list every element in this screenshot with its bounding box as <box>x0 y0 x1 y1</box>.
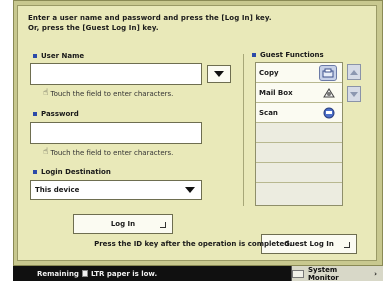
guest-functions-title: Guest Functions <box>260 51 324 59</box>
login-destination-label-row: Login Destination <box>33 168 111 176</box>
password-hint-text: Touch the field to enter characters. <box>50 148 174 157</box>
chevron-down-icon <box>214 71 224 77</box>
scan-icon <box>321 106 337 120</box>
guest-function-label: Mail Box <box>259 88 293 97</box>
guest-function-scan[interactable]: Scan <box>256 103 342 123</box>
guest-functions-title-row: Guest Functions <box>252 51 324 59</box>
footer-message: Press the ID key after the operation is … <box>94 240 292 248</box>
column-divider <box>243 54 244 206</box>
guest-function-mail-box[interactable]: Mail Box <box>256 83 342 103</box>
instruction-line-2: Or, press the [Guest Log In] key. <box>28 24 159 32</box>
instructions: Enter a user name and password and press… <box>28 13 272 33</box>
guest-function-empty-row <box>256 163 342 183</box>
user-name-label-row: User Name <box>33 52 84 60</box>
scroll-up-button[interactable] <box>347 64 361 80</box>
arrow-down-icon <box>350 91 358 97</box>
paper-icon <box>81 270 88 277</box>
instruction-line-1: Enter a user name and password and press… <box>28 14 272 22</box>
monitor-icon <box>292 269 304 278</box>
login-destination-select[interactable]: This device <box>30 180 202 200</box>
status-bar: Remaining LTR paper is low. System Monit… <box>13 265 383 282</box>
login-destination-label: Login Destination <box>41 168 111 176</box>
user-name-field[interactable] <box>30 63 202 85</box>
password-label-row: Password <box>33 110 79 118</box>
user-name-label: User Name <box>41 52 85 60</box>
guest-function-copy[interactable]: Copy <box>256 63 342 83</box>
password-label: Password <box>41 110 79 118</box>
system-monitor-label: System Monitor <box>307 265 339 282</box>
password-hint: ☝ Touch the field to enter characters. <box>43 148 173 157</box>
chevron-right-icon: › <box>374 269 377 278</box>
copy-icon <box>319 64 337 81</box>
login-destination-value: This device <box>35 186 80 194</box>
bullet-icon <box>33 54 37 58</box>
status-message: Remaining LTR paper is low. <box>37 270 157 278</box>
user-name-hint-text: Touch the field to enter characters. <box>50 89 174 98</box>
status-message-prefix: Remaining <box>37 269 79 278</box>
touch-hand-icon: ☝ <box>43 147 49 157</box>
chevron-down-icon <box>185 187 195 193</box>
guest-function-empty-row <box>256 143 342 163</box>
guest-function-empty-row <box>256 183 342 203</box>
bullet-icon <box>252 53 256 57</box>
bullet-icon <box>33 112 37 116</box>
guest-functions-list: Copy Mail Box Scan <box>255 62 343 206</box>
password-field[interactable] <box>30 122 202 144</box>
mailbox-icon <box>321 86 337 100</box>
bullet-icon <box>33 170 37 174</box>
guest-function-label: Scan <box>259 108 278 117</box>
guest-function-empty-row <box>256 123 342 143</box>
log-in-button[interactable]: Log In <box>73 214 173 234</box>
arrow-up-icon <box>350 69 358 75</box>
user-name-hint: ☝ Touch the field to enter characters. <box>43 89 173 98</box>
touch-hand-icon: ☝ <box>43 88 49 98</box>
system-monitor-button[interactable]: System Monitor › <box>291 265 383 282</box>
corner-mark-icon <box>160 222 166 228</box>
scroll-down-button[interactable] <box>347 86 361 102</box>
guest-function-label: Copy <box>259 68 279 77</box>
log-in-button-label: Log In <box>110 220 136 228</box>
user-name-dropdown-button[interactable] <box>207 65 231 83</box>
status-message-suffix: LTR paper is low. <box>90 269 158 278</box>
